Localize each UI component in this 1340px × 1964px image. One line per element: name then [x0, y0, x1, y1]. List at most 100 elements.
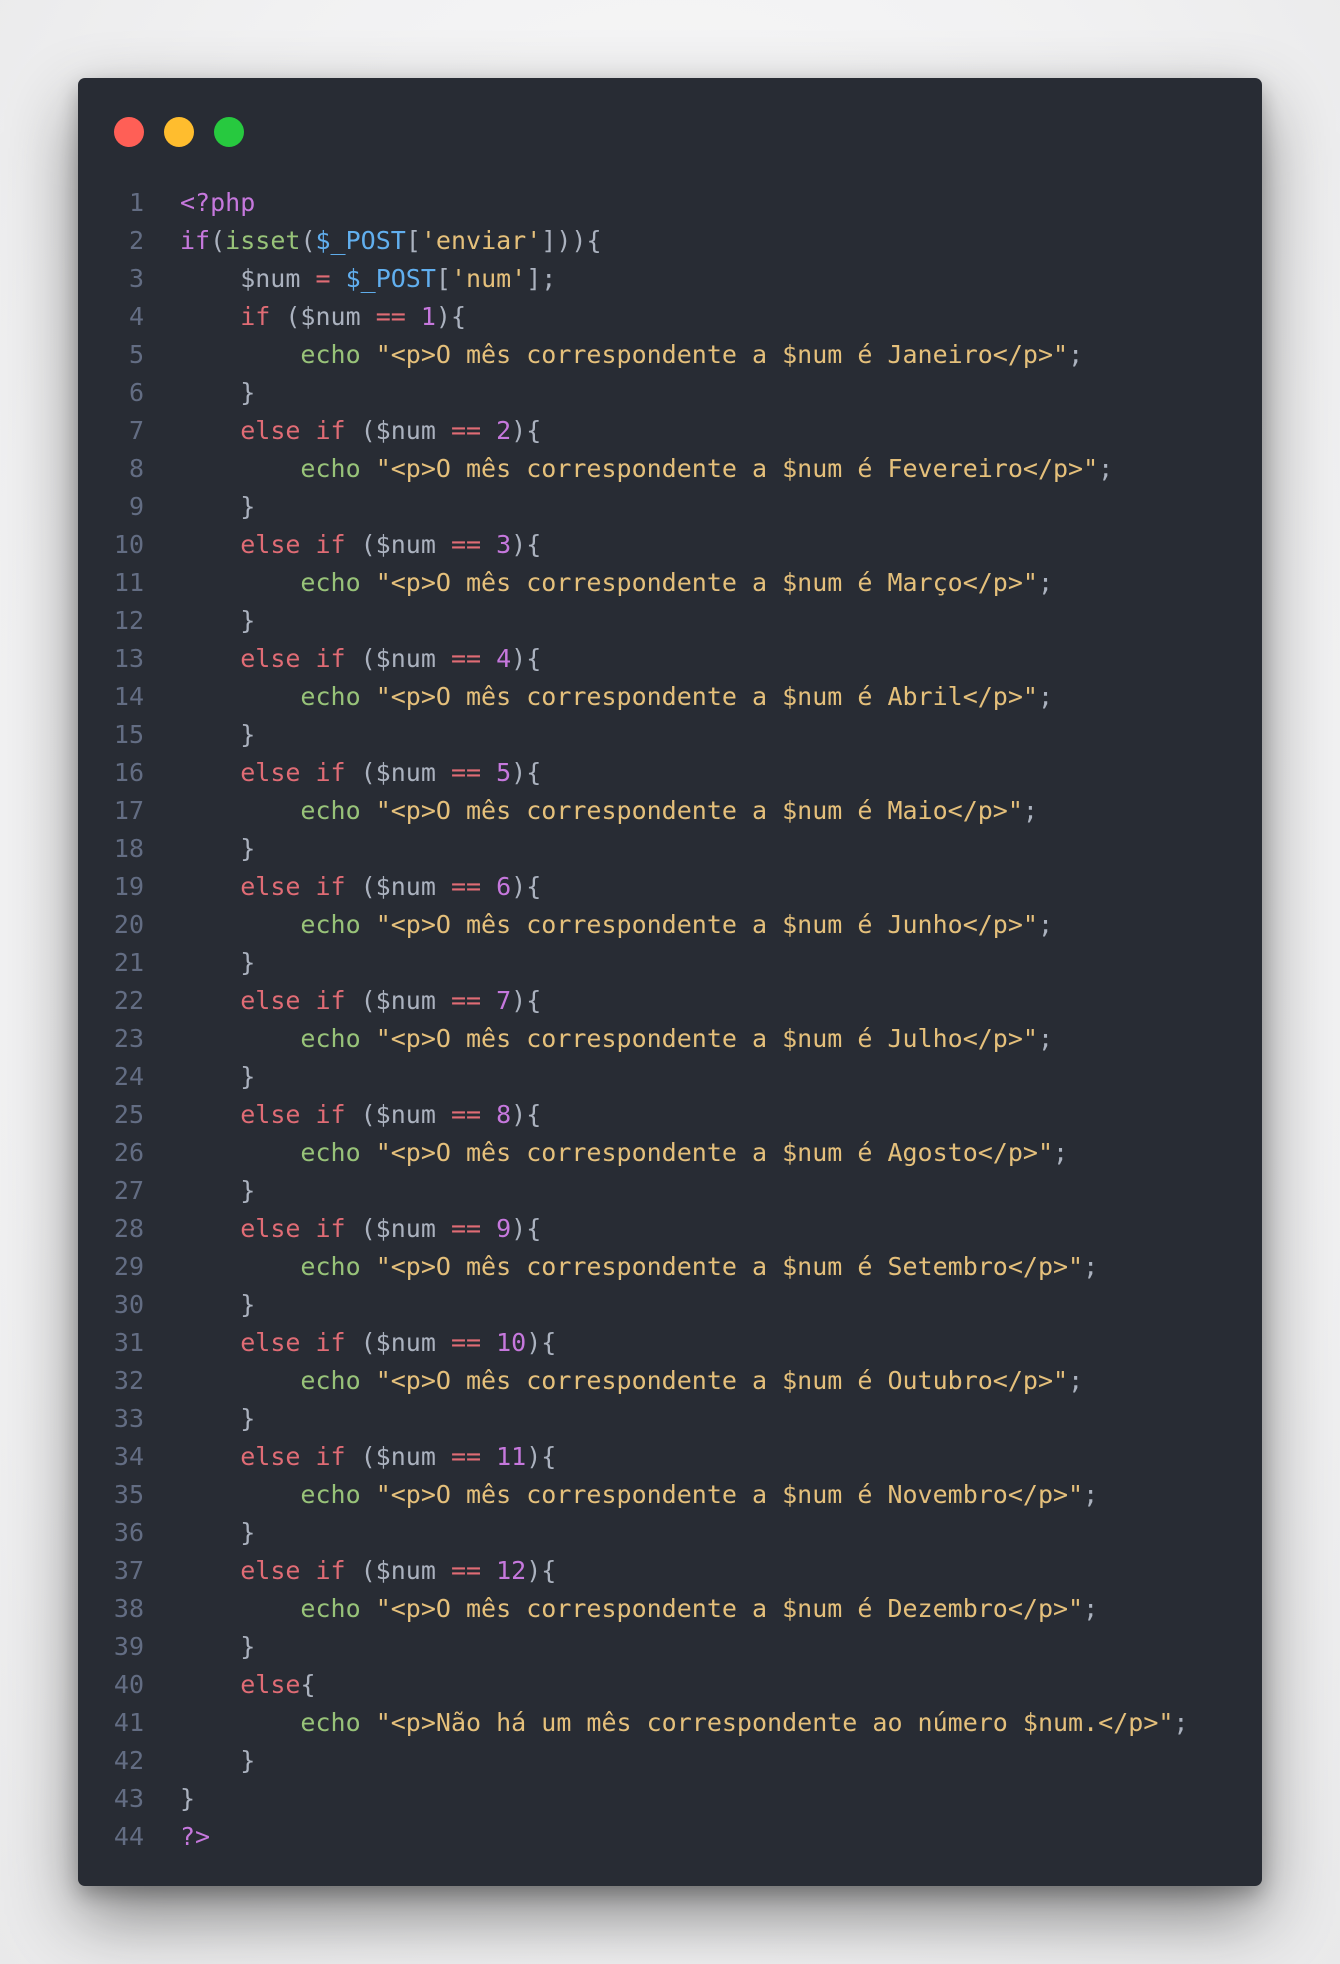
code-token: } — [180, 834, 256, 863]
code-token: } — [180, 378, 256, 407]
minimize-icon[interactable] — [164, 117, 194, 147]
code-token: $num — [180, 264, 316, 293]
code-token: isset — [225, 226, 301, 255]
code-token: [ — [435, 264, 451, 293]
line-number: 13 — [113, 644, 144, 673]
code-token: else — [240, 1670, 301, 1699]
code-text: <?php — [144, 184, 255, 222]
code-token: ]; — [526, 264, 557, 293]
background: 1 <?php 2 if(isset($_POST['enviar'])){3 $nu… — [0, 0, 1340, 1964]
code-token: = — [315, 264, 331, 293]
code-token: $_POST — [315, 226, 406, 255]
code-line: 25 else if ($num == 8){ — [78, 1096, 1262, 1134]
code-token: "<p>O mês correspondente a $num é Abril<… — [375, 682, 1038, 711]
code-line: 5 echo "<p>O mês correspondente a $num é… — [78, 336, 1262, 374]
code-token: ?> — [180, 1822, 211, 1851]
code-token: ){ — [511, 416, 542, 445]
code-token: ($num — [345, 1100, 451, 1129]
line-number: 36 — [113, 1518, 144, 1547]
code-token: } — [180, 492, 256, 521]
code-line: 35 echo "<p>O mês correspondente a $num … — [78, 1476, 1262, 1514]
code-text: } — [144, 1514, 255, 1552]
code-line: 44 ?> — [78, 1818, 1262, 1856]
code-line: 19 else if ($num == 6){ — [78, 868, 1262, 906]
line-number: 22 — [113, 986, 144, 1015]
code-line: 43} — [78, 1780, 1262, 1818]
code-line: 13 else if ($num == 4){ — [78, 640, 1262, 678]
code-line: 41 echo "<p>Não há um mês correspondente… — [78, 1704, 1262, 1742]
line-number: 1 — [128, 188, 144, 217]
code-text: } — [144, 602, 255, 640]
code-line: 22 else if ($num == 7){ — [78, 982, 1262, 1020]
code-token: "<p>O mês correspondente a $num é Fevere… — [375, 454, 1099, 483]
code-token: } — [180, 1632, 256, 1661]
code-token: } — [180, 1518, 256, 1547]
code-line: 32 echo "<p>O mês correspondente a $num … — [78, 1362, 1262, 1400]
line-number: 6 — [128, 378, 144, 407]
code-token: == — [450, 1100, 482, 1129]
code-text: echo "<p>O mês correspondente a $num é M… — [144, 792, 1038, 830]
code-text: else if ($num == 9){ — [144, 1210, 541, 1248]
close-icon[interactable] — [114, 117, 144, 147]
code-token: 9 — [496, 1214, 512, 1243]
code-token: ($num — [345, 530, 451, 559]
code-token: ; — [1053, 1138, 1069, 1167]
code-token: 8 — [496, 1100, 512, 1129]
code-text: } — [144, 488, 255, 526]
line-number: 16 — [113, 758, 144, 787]
code-text: } — [144, 1780, 195, 1818]
code-token: "<p>O mês correspondente a $num é Maio</… — [375, 796, 1023, 825]
code-line: 14 echo "<p>O mês correspondente a $num … — [78, 678, 1262, 716]
line-number: 15 — [113, 720, 144, 749]
code-token: ])){ — [541, 226, 602, 255]
line-number: 14 — [113, 682, 144, 711]
code-text: echo "<p>O mês correspondente a $num é J… — [144, 906, 1053, 944]
line-number: 27 — [113, 1176, 144, 1205]
code-text: } — [144, 1400, 255, 1438]
code-text: } — [144, 944, 255, 982]
maximize-icon[interactable] — [214, 117, 244, 147]
code-token: ){ — [511, 986, 542, 1015]
line-number: 41 — [113, 1708, 144, 1737]
window-controls — [114, 117, 244, 147]
code-text: else if ($num == 12){ — [144, 1552, 556, 1590]
code-token: 11 — [496, 1442, 527, 1471]
code-token: 12 — [496, 1556, 527, 1585]
code-token: == — [450, 1556, 482, 1585]
line-number: 26 — [113, 1138, 144, 1167]
code-token: 'num' — [450, 264, 527, 293]
code-token: == — [450, 1328, 482, 1357]
code-line: 7 else if ($num == 2){ — [78, 412, 1262, 450]
code-token: else if — [240, 1442, 346, 1471]
line-number: 7 — [128, 416, 144, 445]
line-number: 35 — [113, 1480, 144, 1509]
code-line: 2 if(isset($_POST['enviar'])){ — [78, 222, 1262, 260]
code-text: if(isset($_POST['enviar'])){ — [144, 222, 602, 260]
code-token: ; — [1037, 682, 1054, 711]
code-text: echo "<p>O mês correspondente a $num é M… — [144, 564, 1053, 602]
code-text: else if ($num == 2){ — [144, 412, 541, 450]
code-text: else if ($num == 3){ — [144, 526, 541, 564]
code-line: 26 echo "<p>O mês correspondente a $num … — [78, 1134, 1262, 1172]
code-token: echo — [300, 682, 361, 711]
code-token: "<p>O mês correspondente a $num é Outubr… — [375, 1366, 1069, 1395]
code-line: 39 } — [78, 1628, 1262, 1666]
